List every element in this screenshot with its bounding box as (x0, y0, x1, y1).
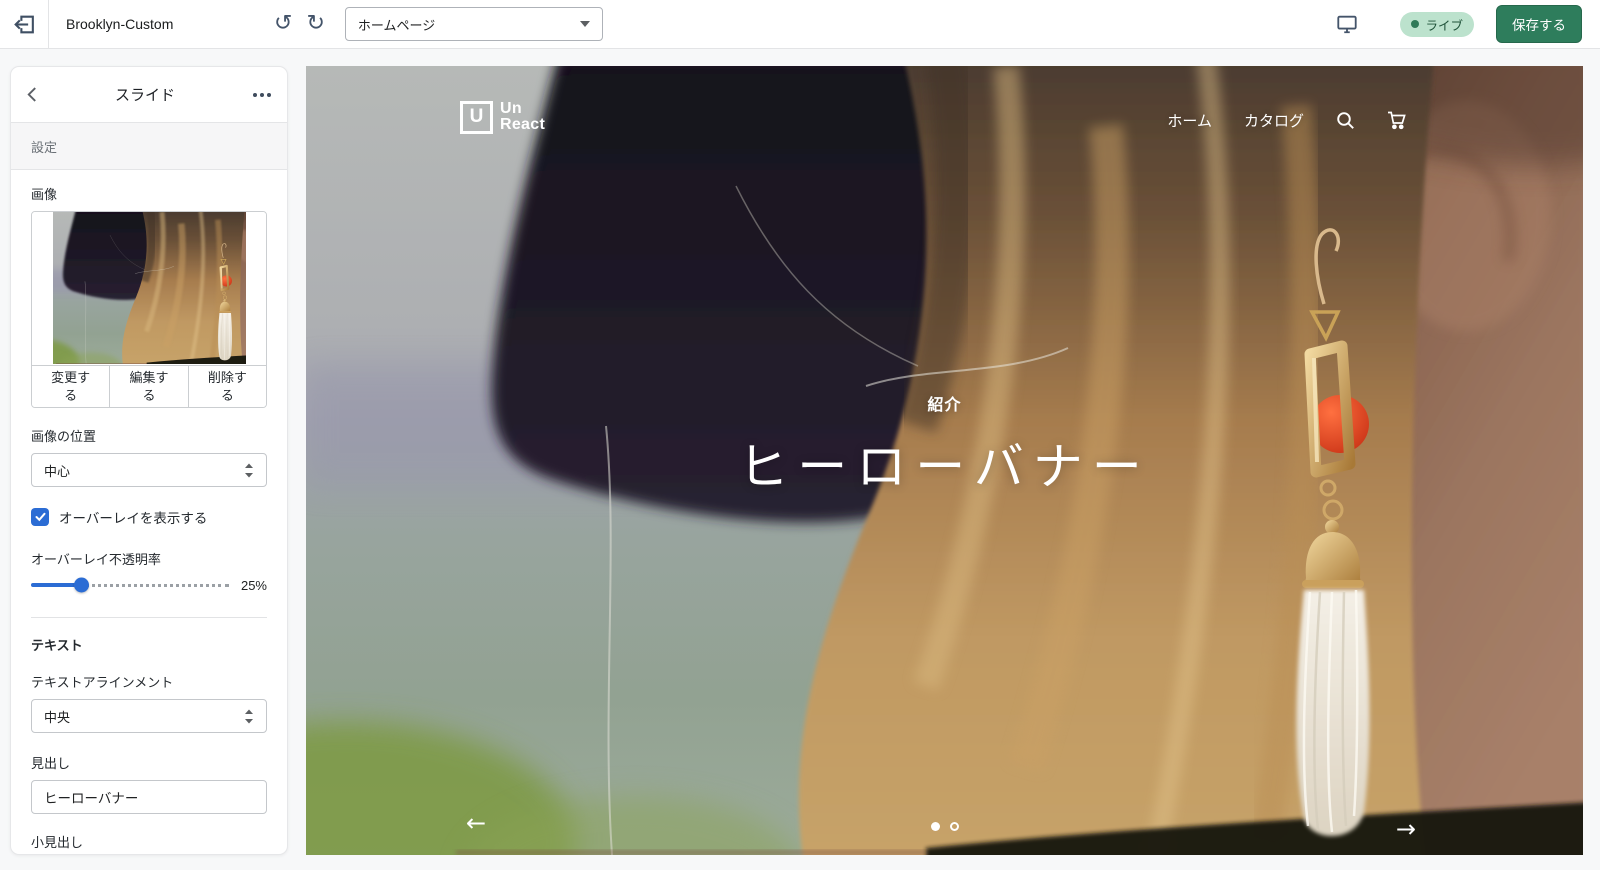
undo-button[interactable]: ↺ (274, 13, 292, 35)
cart-icon (1387, 111, 1408, 130)
monitor-icon (1336, 13, 1358, 35)
edit-image-button[interactable]: 編集する (109, 366, 187, 407)
logo-mark: U (460, 101, 493, 134)
slider-track[interactable] (31, 577, 229, 593)
slide-dot-2[interactable] (950, 822, 959, 831)
slider-thumb[interactable] (74, 578, 89, 593)
store-logo[interactable]: U Un React (460, 101, 545, 134)
hero-text-block: 紹介 ヒーローバナー (306, 391, 1583, 499)
logo-text: Un React (500, 101, 545, 134)
overlay-opacity-label: オーバーレイ不透明率 (31, 549, 267, 568)
panel-header: スライド (11, 67, 287, 123)
heading-input[interactable] (31, 780, 267, 814)
back-button[interactable] (27, 87, 37, 102)
dot-icon (260, 93, 264, 97)
hero-subheading: 紹介 (306, 391, 1583, 415)
store-nav: ホーム カタログ (1167, 110, 1408, 131)
previous-slide-button[interactable]: ← (466, 809, 486, 837)
store-header: U Un React ホーム カタログ (306, 66, 1583, 156)
show-overlay-label: オーバーレイを表示する (59, 507, 207, 527)
subheading-field-label: 小見出し (31, 832, 267, 851)
slider-remaining-track (85, 584, 230, 587)
search-icon (1336, 111, 1355, 130)
delete-image-button[interactable]: 削除する (188, 366, 266, 407)
page-selector-value: ホームページ (358, 15, 435, 34)
image-position-value: 中心 (44, 461, 70, 480)
theme-name: Brooklyn-Custom (66, 16, 214, 32)
overlay-opacity-value: 25% (229, 578, 267, 593)
cart-button[interactable] (1387, 111, 1408, 130)
nav-home-link[interactable]: ホーム (1167, 110, 1212, 131)
panel-title: スライド (37, 84, 253, 105)
section-divider (31, 617, 267, 618)
image-label: 画像 (31, 184, 267, 203)
exit-icon (12, 12, 37, 37)
text-section-title: テキスト (31, 635, 267, 654)
live-dot-icon (1411, 20, 1419, 28)
settings-section-label: 設定 (11, 123, 287, 170)
theme-preview: U Un React ホーム カタログ 紹介 (306, 66, 1583, 855)
dot-icon (267, 93, 271, 97)
overlay-opacity-fill (31, 583, 81, 587)
nav-catalog-link[interactable]: カタログ (1244, 110, 1304, 131)
hero-heading: ヒーローバナー (306, 427, 1583, 499)
image-picker-widget: 変更する 編集する 削除する (31, 211, 267, 408)
desktop-view-button[interactable] (1336, 13, 1358, 35)
show-overlay-checkbox-row[interactable]: オーバーレイを表示する (31, 507, 267, 527)
page-selector-dropdown[interactable]: ホームページ (345, 7, 603, 41)
more-options-button[interactable] (253, 93, 271, 97)
live-status-badge: ライブ (1400, 12, 1474, 37)
slide-dot-1[interactable] (931, 822, 940, 831)
image-thumbnail (32, 212, 266, 365)
heading-field-label: 見出し (31, 753, 267, 772)
chevron-down-icon (580, 21, 590, 27)
topbar: Brooklyn-Custom ↺ ↻ ホームページ ライブ 保存する (0, 0, 1600, 49)
thumbnail-image (53, 212, 246, 364)
image-position-select[interactable]: 中心 (31, 453, 267, 487)
next-slide-button[interactable]: → (1396, 815, 1416, 843)
slide-settings-panel: スライド 設定 画像 変更する 編集する 削除する 画像の位置 中心 (10, 66, 288, 855)
overlay-opacity-slider[interactable]: 25% (31, 577, 267, 593)
checkbox-checked-icon[interactable] (31, 508, 49, 526)
chevron-left-icon (27, 87, 37, 102)
updown-caret-icon (244, 463, 254, 478)
redo-button[interactable]: ↻ (306, 13, 324, 35)
live-badge-label: ライブ (1425, 15, 1463, 34)
updown-caret-icon (244, 709, 254, 724)
text-alignment-select[interactable]: 中央 (31, 699, 267, 733)
save-button[interactable]: 保存する (1496, 5, 1582, 43)
text-alignment-value: 中央 (44, 707, 70, 726)
dot-icon (253, 93, 257, 97)
image-position-label: 画像の位置 (31, 426, 267, 445)
text-alignment-label: テキストアラインメント (31, 672, 267, 691)
change-image-button[interactable]: 変更する (32, 366, 109, 407)
exit-editor-button[interactable] (0, 0, 49, 48)
search-button[interactable] (1336, 111, 1355, 130)
slide-dots (931, 822, 959, 831)
